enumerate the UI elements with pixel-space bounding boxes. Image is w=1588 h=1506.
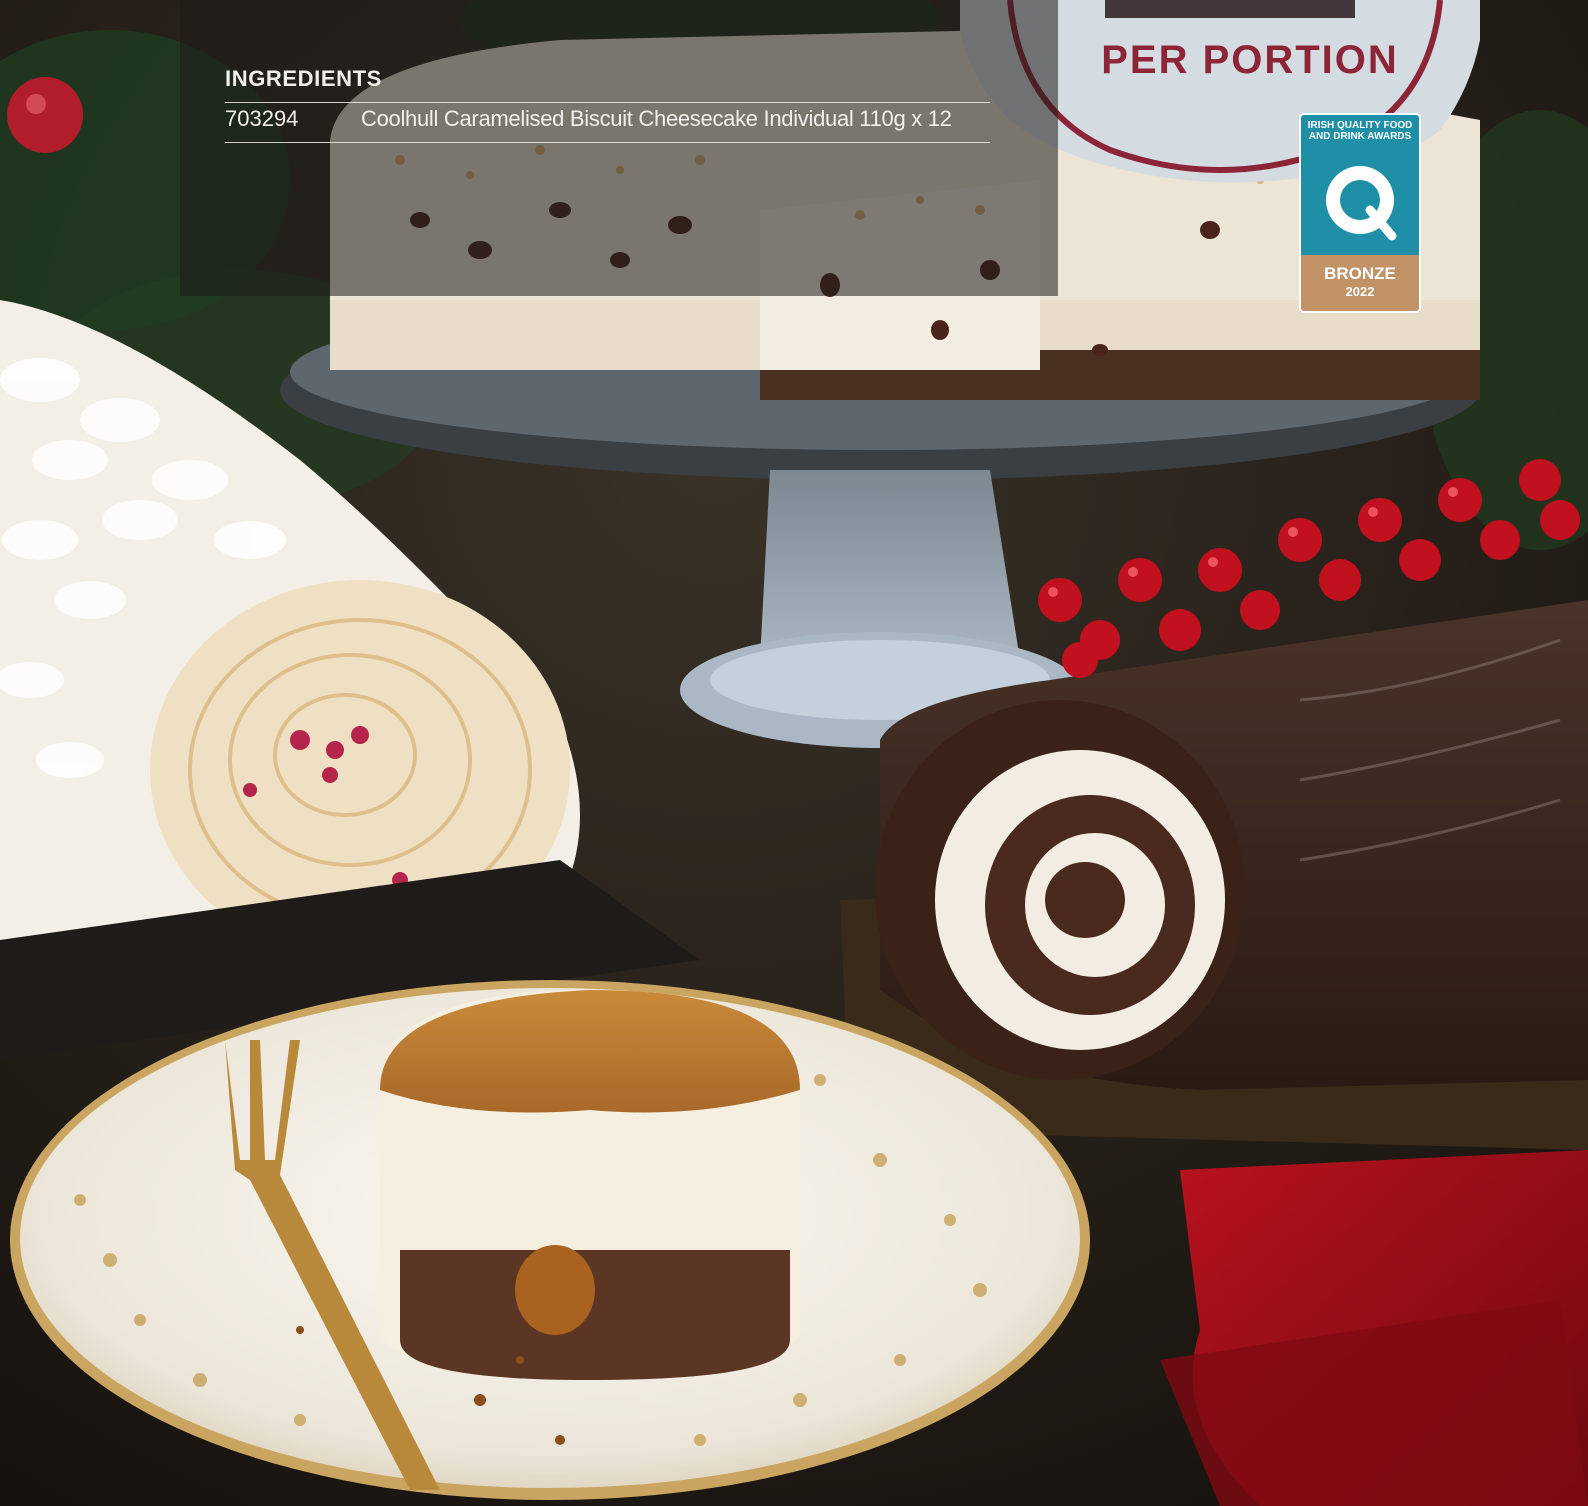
award-badge-title-line2: AND DRINK AWARDS xyxy=(1308,131,1412,142)
ingredients-divider-top xyxy=(225,102,990,103)
award-badge-level: BRONZE xyxy=(1324,264,1396,283)
price-per-portion-label: PER PORTION xyxy=(1101,38,1399,82)
ingredient-code: 703294 xyxy=(225,106,299,131)
ingredients-divider-bottom xyxy=(225,142,990,143)
award-badge-title: IRISH QUALITY FOOD AND DRINK AWARDS xyxy=(1300,120,1420,142)
ingredients-panel xyxy=(180,0,1058,296)
award-badge-year: 2022 xyxy=(1345,284,1375,299)
ingredients-heading: INGREDIENTS xyxy=(225,66,382,91)
award-badge-title-line1: IRISH QUALITY FOOD xyxy=(1307,120,1413,131)
ingredient-description: Coolhull Caramelised Biscuit Cheesecake … xyxy=(361,106,952,131)
